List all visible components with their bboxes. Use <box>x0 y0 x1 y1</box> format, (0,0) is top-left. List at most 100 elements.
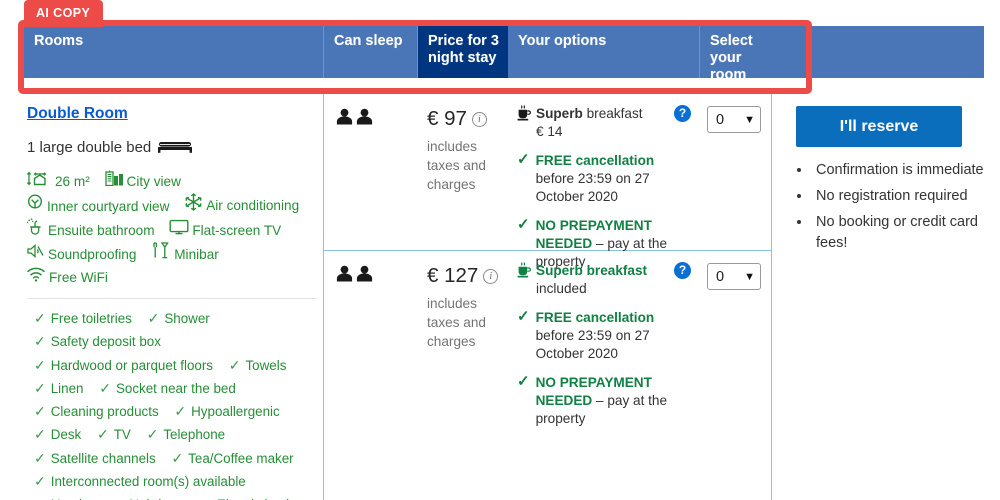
help-icon[interactable]: ? <box>674 105 691 122</box>
facility-item: ✓ Interconnected room(s) available <box>34 470 246 493</box>
table-row: ? Superb breakfast € 14 ✓ FREE cancellati… <box>508 94 700 269</box>
breakfast-option: Superb breakfast € 14 <box>517 105 692 141</box>
table-row: 0 ▼ <box>700 94 771 251</box>
facility-label: Safety deposit box <box>50 334 161 350</box>
facility-label: Heating <box>51 493 97 500</box>
check-icon: ✓ <box>517 373 530 390</box>
price-amount-wrap: € 97 i <box>427 107 508 131</box>
minibar-icon <box>151 242 171 266</box>
help-icon[interactable]: ? <box>674 262 691 279</box>
info-icon[interactable]: i <box>483 268 499 284</box>
check-icon: ✓ <box>200 493 212 500</box>
amenity-free-wifi: Free WiFi <box>26 266 108 289</box>
select-cell: 0 ▼ <box>700 94 771 133</box>
check-icon: ✓ <box>228 356 241 373</box>
facility-row: ✓ Linen ✓ Socket near the bed <box>34 377 323 400</box>
amenity-free-wifi-label: Free WiFi <box>49 270 108 285</box>
tv-icon <box>169 219 189 242</box>
facility-label: Tea/Coffee maker <box>188 450 294 466</box>
facility-item: ✓ Safety deposit box <box>34 330 161 353</box>
column-header-can-sleep[interactable]: Can sleep <box>324 26 418 78</box>
amenity-room-size-label: 26 m² <box>55 174 90 189</box>
breakfast-text: Superb breakfast € 14 <box>536 105 643 141</box>
room-name-link[interactable]: Double Room <box>27 105 128 123</box>
facility-label: Hairdryer <box>129 493 184 500</box>
column-header-select-your-room[interactable]: Select your room <box>700 26 772 83</box>
table-header-row: Rooms Can sleep Price for 3 night stay Y… <box>24 26 772 83</box>
column-header-can-sleep-label: Can sleep <box>334 33 403 49</box>
amenity-city-view: City view <box>104 170 181 193</box>
guest-icon <box>356 265 373 282</box>
reserve-button[interactable]: I'll reserve <box>796 106 962 147</box>
facility-row: ✓ Desk ✓ TV ✓ Telephone <box>34 423 323 446</box>
facility-label: Electric kettle <box>217 493 297 500</box>
list-item: No booking or credit card fees! <box>812 212 984 254</box>
facility-label: Shower <box>164 311 210 326</box>
option-no-prepayment: ✓ NO PREPAYMENT NEEDED – pay at the prop… <box>517 374 692 428</box>
table-body: Double Room 1 large double bed 26 m² Cit… <box>24 94 984 500</box>
amenity-air-conditioning-label: Air conditioning <box>206 198 300 213</box>
column-header-price[interactable]: Price for 3 night stay <box>418 26 508 78</box>
breakfast-strong: Superb <box>536 106 583 121</box>
facility-item: ✓ Heating <box>34 493 97 500</box>
amenity-soundproofing-label: Soundproofing <box>48 247 137 262</box>
check-icon: ✓ <box>34 449 46 466</box>
facility-label: Socket near the bed <box>115 380 236 396</box>
check-icon: ✓ <box>96 426 109 443</box>
facility-label: Hypoallergenic <box>191 404 280 420</box>
breakfast-rest: breakfast <box>582 106 643 121</box>
facility-item: ✓ Telephone <box>147 423 226 446</box>
room-quantity-select[interactable]: 0 ▼ <box>707 263 761 290</box>
facility-row: ✓ Interconnected room(s) available <box>34 470 323 493</box>
bed-icon <box>158 138 193 157</box>
check-icon: ✓ <box>34 473 46 490</box>
column-header-rooms[interactable]: Rooms <box>24 26 324 78</box>
facility-label: TV <box>113 427 131 443</box>
breakfast-second-line: included <box>536 281 587 296</box>
amenity-minibar: Minibar <box>151 242 219 266</box>
table-row: ? Superb breakfast included ✓ FREE cancel… <box>508 251 700 500</box>
facility-item: ✓ Linen <box>34 377 84 400</box>
room-quantity-value: 0 <box>716 268 725 285</box>
check-icon: ✓ <box>34 403 46 420</box>
price-cell: € 97 i includes taxes and charges <box>418 94 508 194</box>
option-detail: before 23:59 on 27 October 2020 <box>535 328 650 361</box>
air-conditioning-icon <box>184 193 203 218</box>
facility-item: ✓ Free toiletries <box>34 307 132 330</box>
table-row: 0 ▼ <box>700 251 771 500</box>
facility-label: Hardwood or parquet floors <box>50 357 213 373</box>
price-column: € 97 i includes taxes and charges € 127 … <box>418 94 508 500</box>
table-row <box>324 251 418 500</box>
list-item: No registration required <box>812 186 984 207</box>
facility-label: Satellite channels <box>50 450 156 466</box>
reserve-benefits-list: Confirmation is immediate No registratio… <box>812 160 984 254</box>
facility-label: Free toiletries <box>50 311 132 326</box>
wifi-icon <box>26 266 46 289</box>
info-icon[interactable]: i <box>471 111 487 127</box>
guest-icons-group <box>336 108 418 125</box>
breakfast-option: Superb breakfast included <box>517 262 692 298</box>
facility-label: Telephone <box>163 427 226 443</box>
select-cell: 0 ▼ <box>700 251 771 290</box>
amenity-ensuite-bathroom-label: Ensuite bathroom <box>48 222 155 238</box>
facility-row: ✓ Hardwood or parquet floors ✓ Towels <box>34 354 323 377</box>
option-text: FREE cancellation before 23:59 on 27 Octo… <box>536 309 692 363</box>
facility-row: ✓ Cleaning products ✓ Hypoallergenic <box>34 400 323 423</box>
room-quantity-select[interactable]: 0 ▼ <box>707 106 761 133</box>
column-header-price-label: Price for 3 night stay <box>428 33 499 66</box>
check-icon: ✓ <box>34 333 46 350</box>
option-strong: FREE cancellation <box>535 310 655 325</box>
room-quantity-value: 0 <box>716 111 725 128</box>
check-icon: ✓ <box>147 310 160 326</box>
facility-row: ✓ Safety deposit box <box>34 330 323 353</box>
divider <box>28 298 317 299</box>
check-icon: ✓ <box>34 379 46 396</box>
price-note: includes taxes and charges <box>427 139 486 192</box>
check-icon: ✓ <box>146 426 159 443</box>
reserve-cell: I'll reserve Confirmation is immediate N… <box>772 94 984 254</box>
soundproofing-icon <box>26 243 45 266</box>
list-item: Confirmation is immediate <box>812 160 984 181</box>
amenity-ensuite-bathroom: Ensuite bathroom <box>26 218 155 242</box>
can-sleep-column <box>324 94 418 500</box>
column-header-your-options[interactable]: Your options <box>508 26 700 78</box>
